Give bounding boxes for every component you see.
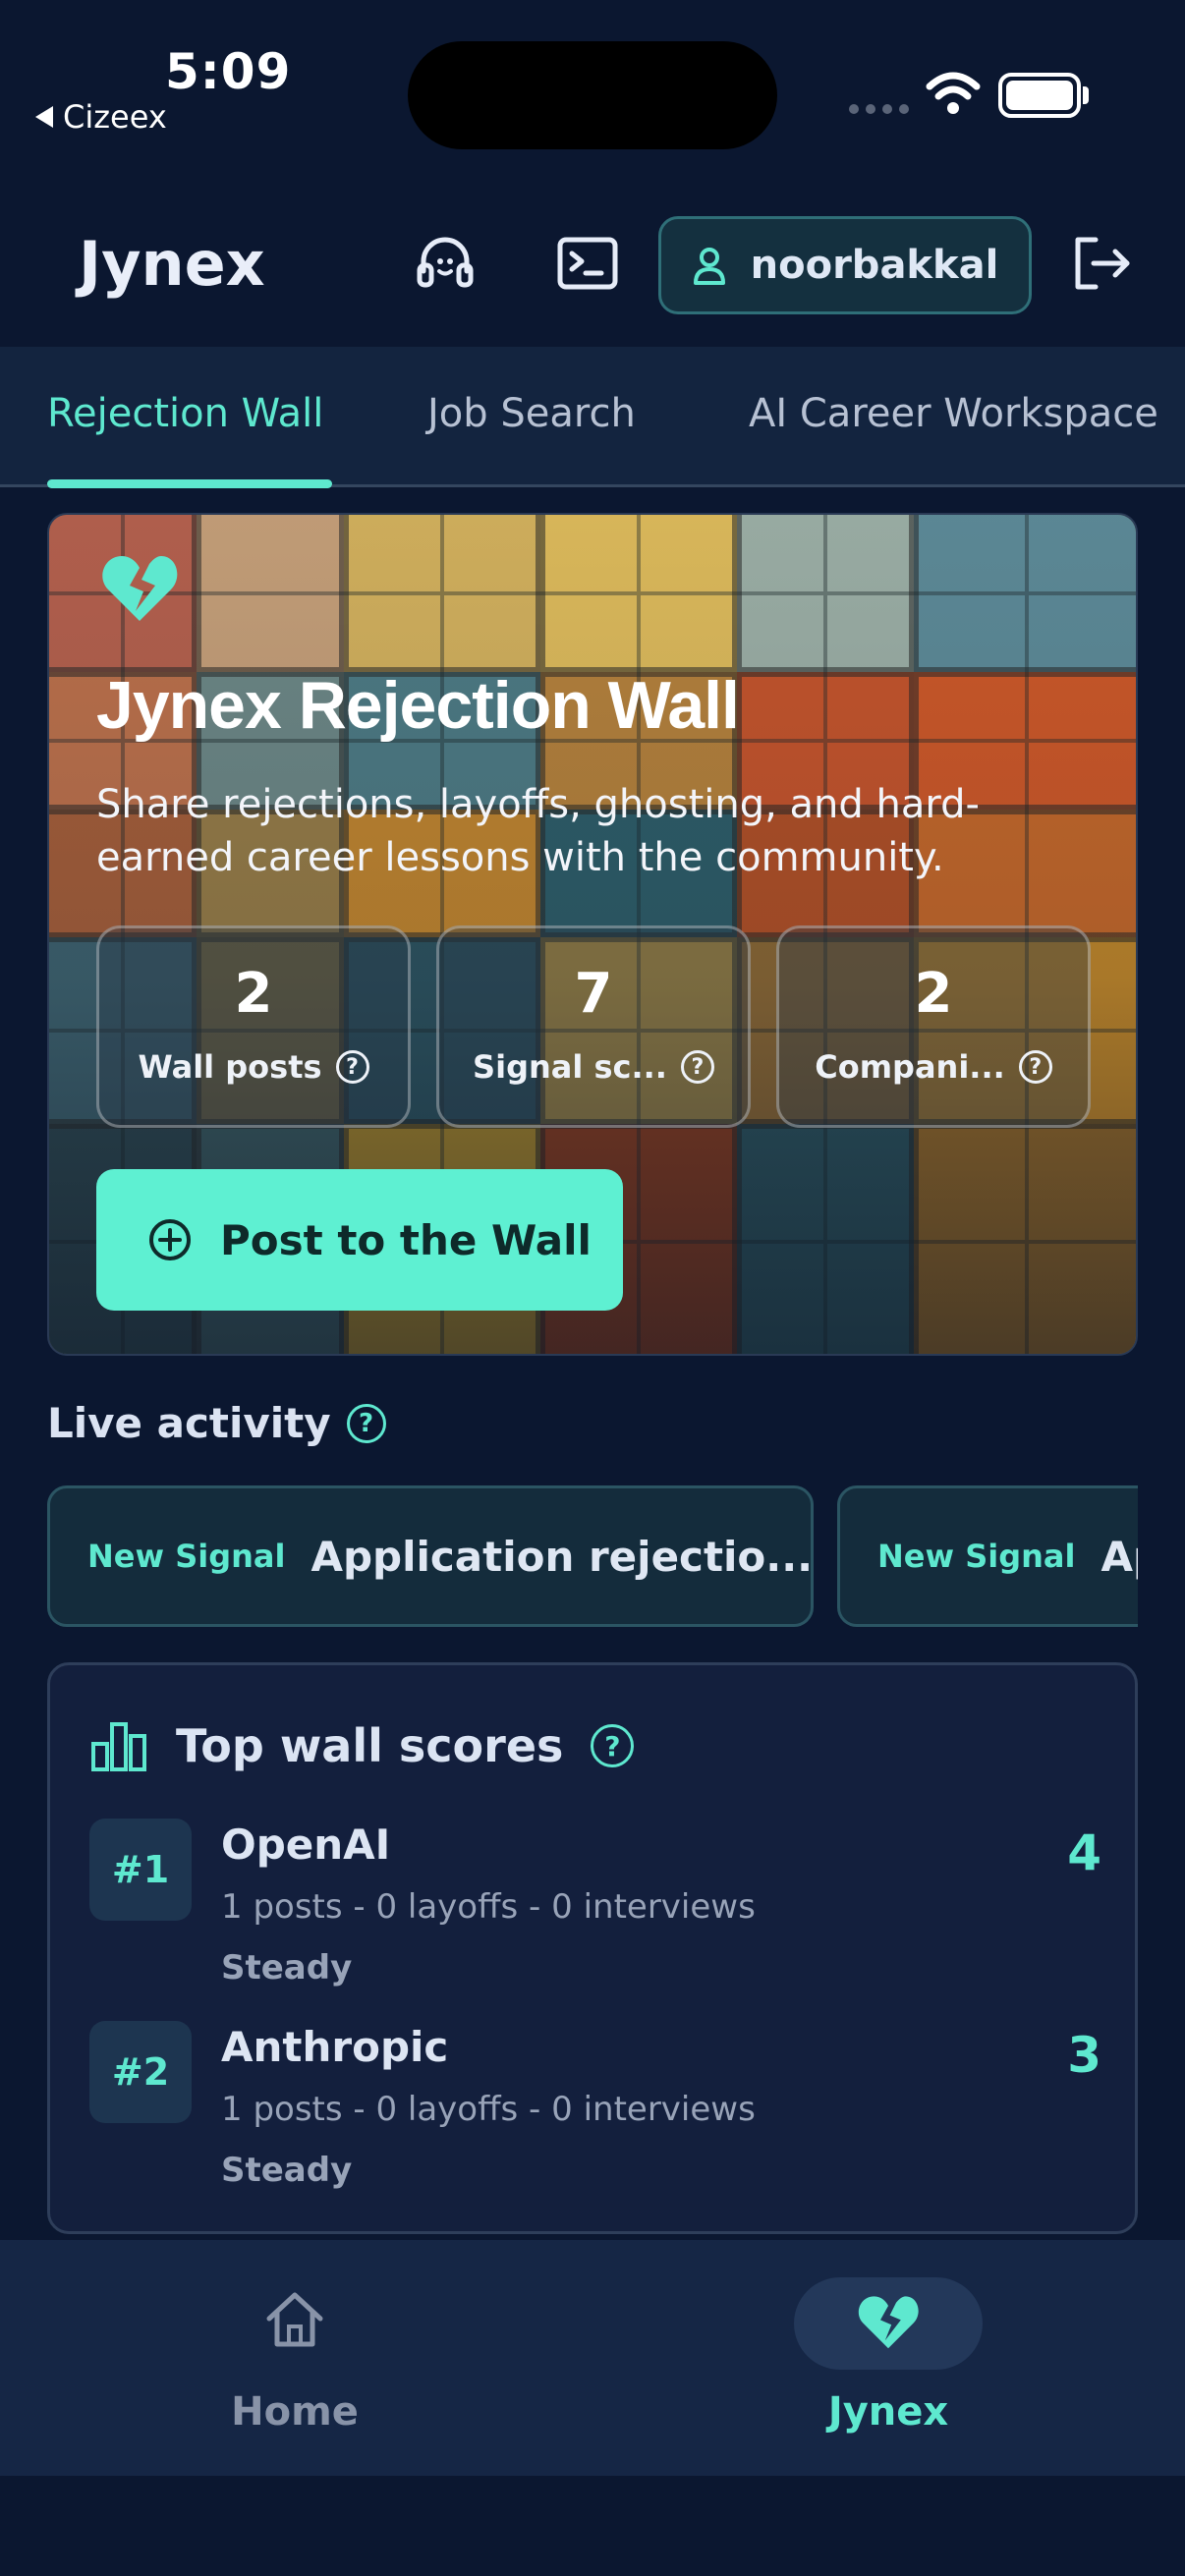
username-label: noorbakkal [750, 243, 999, 288]
battery-icon [998, 73, 1081, 118]
stat-label: Signal sc... [473, 1048, 667, 1086]
stat-label: Wall posts [138, 1048, 322, 1086]
help-icon[interactable]: ? [1018, 1050, 1052, 1084]
nav-jynex-label: Jynex [827, 2389, 949, 2435]
rank-badge: #2 [89, 2021, 192, 2123]
live-activity-title: Live activity [47, 1399, 331, 1447]
rank-badge: #1 [89, 1819, 192, 1921]
scores-title: Top wall scores [176, 1719, 564, 1772]
stat-value: 2 [914, 962, 953, 1026]
company-trend: Steady [221, 1948, 353, 1988]
active-tab-indicator [47, 479, 332, 488]
live-activity-item[interactable]: New Signal Application rejectio... [47, 1485, 814, 1627]
wifi-icon [926, 72, 981, 114]
company-score: 4 [1067, 1824, 1101, 1881]
status-time: 5:09 [165, 43, 292, 100]
bar-chart-icon [91, 1722, 146, 1771]
brand-title: Jynex [79, 228, 265, 300]
back-arrow-icon [35, 106, 53, 128]
help-icon[interactable]: ? [591, 1724, 635, 1767]
score-row[interactable]: #1 OpenAI 1 posts - 0 layoffs - 0 interv… [89, 1819, 1101, 2015]
live-activity-carousel[interactable]: New Signal Application rejectio... New S… [47, 1485, 1138, 1629]
dynamic-island [408, 41, 777, 149]
live-activity-item[interactable]: New Signal Ap [837, 1485, 1138, 1627]
company-name: OpenAI [221, 1820, 391, 1869]
help-icon[interactable]: ? [335, 1050, 369, 1084]
stat-wall-posts: 2 Wall posts ? [96, 925, 411, 1128]
hero-description: Share rejections, layoffs, ghosting, and… [96, 782, 980, 880]
tab-ai-career-workspace[interactable]: AI Career Workspace [749, 391, 1158, 436]
company-meta: 1 posts - 0 layoffs - 0 interviews [221, 2090, 756, 2129]
support-headset-icon[interactable] [411, 229, 480, 298]
bottom-navigation [0, 2240, 1185, 2476]
post-button-label: Post to the Wall [220, 1215, 592, 1264]
terminal-icon[interactable] [553, 229, 622, 298]
stat-value: 2 [234, 962, 273, 1026]
nav-home-label: Home [231, 2389, 359, 2435]
user-account-button[interactable]: noorbakkal [658, 216, 1032, 314]
rejection-wall-hero: Jynex Rejection Wall Share rejections, l… [47, 513, 1138, 1356]
score-row[interactable]: #2 Anthropic 1 posts - 0 layoffs - 0 int… [89, 2021, 1101, 2217]
activity-text: Ap [1100, 1532, 1138, 1581]
company-meta: 1 posts - 0 layoffs - 0 interviews [221, 1887, 756, 1927]
hero-title: Jynex Rejection Wall [96, 668, 740, 743]
stat-value: 7 [574, 962, 613, 1026]
scores-heading: Top wall scores ? [89, 1718, 635, 1773]
nav-jynex[interactable]: Jynex [790, 2289, 987, 2446]
help-icon[interactable]: ? [346, 1403, 386, 1443]
help-icon[interactable]: ? [680, 1050, 714, 1084]
stat-companies: 2 Compani... ? [776, 925, 1091, 1128]
activity-tag: New Signal [87, 1538, 286, 1575]
company-trend: Steady [221, 2151, 353, 2190]
plus-circle-icon [149, 1219, 191, 1260]
cellular-signal-icon [849, 104, 909, 114]
stat-label: Compani... [815, 1048, 1005, 1086]
logout-icon[interactable] [1067, 229, 1136, 298]
nav-home[interactable]: Home [197, 2289, 393, 2446]
back-to-app-link[interactable]: Cizeex [35, 98, 167, 136]
broken-heart-icon [102, 556, 178, 621]
stat-signal-scores: 7 Signal sc... ? [436, 925, 751, 1128]
tab-rejection-wall[interactable]: Rejection Wall [47, 391, 323, 436]
home-icon [266, 2292, 323, 2347]
company-name: Anthropic [221, 2023, 449, 2071]
user-icon [693, 248, 725, 285]
top-wall-scores-card: Top wall scores ? #1 OpenAI 1 posts - 0 … [47, 1662, 1138, 2234]
activity-text: Application rejectio... [310, 1532, 814, 1581]
tab-job-search[interactable]: Job Search [427, 391, 636, 436]
broken-heart-icon [858, 2296, 919, 2349]
back-app-label: Cizeex [63, 98, 167, 136]
post-to-wall-button[interactable]: Post to the Wall [96, 1169, 623, 1311]
company-score: 3 [1067, 2027, 1101, 2084]
activity-tag: New Signal [877, 1538, 1076, 1575]
live-activity-heading: Live activity ? [47, 1399, 386, 1447]
